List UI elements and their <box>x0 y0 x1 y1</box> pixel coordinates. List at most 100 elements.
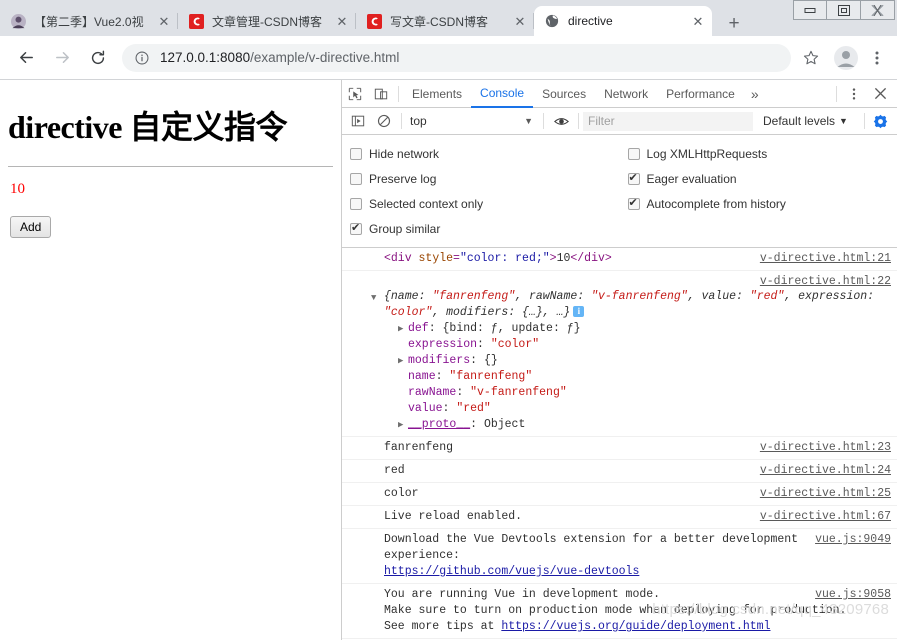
counter-value: 10 <box>10 181 25 197</box>
property-key: __proto__ <box>408 418 471 431</box>
object-preview[interactable]: ▼ {name: "fanrenfeng", rawName: "v-fanre… <box>371 289 897 321</box>
console-message[interactable]: v-directive.html:22 ▼ {name: "fanrenfeng… <box>342 271 897 437</box>
window-close-button[interactable] <box>861 0 895 20</box>
expand-triangle-icon[interactable]: ▶ <box>398 321 408 337</box>
window-minimize-button[interactable] <box>793 0 827 20</box>
object-property[interactable]: rawName: "v-fanrenfeng" <box>384 385 897 401</box>
window-maximize-button[interactable] <box>827 0 861 20</box>
browser-tab-1[interactable]: 【第二季】Vue2.0视 ✕ <box>0 6 178 36</box>
property-value: "fanrenfeng" <box>449 370 533 383</box>
execute-sidebar-icon[interactable] <box>345 108 371 134</box>
tab-performance[interactable]: Performance <box>657 80 744 107</box>
browser-tab-3[interactable]: 写文章-CSDN博客 ✕ <box>356 6 534 36</box>
add-button[interactable]: Add <box>10 216 52 238</box>
console-settings-right-column: Log XMLHttpRequests Eager evaluation Aut… <box>620 141 897 241</box>
csdn-favicon <box>366 13 382 29</box>
back-icon[interactable] <box>12 44 40 72</box>
console-message[interactable]: <div style="color: red;">10</div> v-dire… <box>342 248 897 271</box>
setting-autocomplete-history[interactable]: Autocomplete from history <box>627 191 897 216</box>
object-property[interactable]: ▶ __proto__: Object <box>384 417 897 433</box>
log-levels-select[interactable]: Default levels ▼ <box>763 114 848 128</box>
address-bar-host: 127.0.0.1:8080 <box>160 50 251 65</box>
html-tag-open: <div <box>384 252 419 265</box>
info-badge-icon[interactable]: i <box>573 306 585 317</box>
console-message[interactable]: color v-directive.html:25 <box>342 483 897 506</box>
autocomplete-from-history-checkbox[interactable] <box>627 196 640 210</box>
browser-tab-2[interactable]: 文章管理-CSDN博客 ✕ <box>178 6 356 36</box>
clear-console-icon[interactable] <box>371 108 397 134</box>
address-bar[interactable]: 127.0.0.1:8080/example/v-directive.html <box>122 43 791 72</box>
browser-tab-2-title: 文章管理-CSDN博客 <box>212 14 322 29</box>
page-info-icon[interactable] <box>134 50 150 66</box>
console-message-text: See more tips at <box>384 620 502 633</box>
html-attr-value: "color: red;" <box>459 252 550 265</box>
object-property[interactable]: name: "fanrenfeng" <box>384 369 897 385</box>
console-source-link[interactable]: v-directive.html:25 <box>760 486 891 502</box>
preserve-log-checkbox[interactable] <box>350 172 362 185</box>
chrome-menu-icon[interactable] <box>863 44 891 72</box>
console-source-link[interactable]: v-directive.html:24 <box>760 463 891 479</box>
tab-network[interactable]: Network <box>595 80 657 107</box>
setting-label: Preserve log <box>369 171 437 186</box>
property-key: expression <box>408 338 478 351</box>
browser-tab-4-close-icon[interactable]: ✕ <box>690 13 706 29</box>
bookmark-star-icon[interactable] <box>799 46 823 70</box>
reload-icon[interactable] <box>84 44 112 72</box>
expand-triangle-icon[interactable]: ▼ <box>371 290 381 306</box>
setting-hide-network[interactable]: Hide network <box>350 141 620 166</box>
vue-deployment-link[interactable]: https://vuejs.org/guide/deployment.html <box>501 620 770 633</box>
console-source-link[interactable]: vue.js:9049 <box>815 532 891 548</box>
console-source-link[interactable]: v-directive.html:21 <box>760 251 891 267</box>
devtools-kebab-menu-icon[interactable] <box>841 81 867 107</box>
console-message[interactable]: red v-directive.html:24 <box>342 460 897 483</box>
eager-evaluation-checkbox[interactable] <box>627 171 640 185</box>
object-property[interactable]: ▶ def: {bind: ƒ, update: ƒ} <box>384 321 897 337</box>
settings-gear-icon[interactable] <box>869 110 891 132</box>
new-tab-button[interactable]: + <box>722 12 746 36</box>
browser-tab-1-close-icon[interactable]: ✕ <box>156 13 172 29</box>
browser-tab-4-active[interactable]: directive ✕ <box>534 6 712 36</box>
tab-sources[interactable]: Sources <box>533 80 595 107</box>
selected-context-only-checkbox[interactable] <box>350 197 362 210</box>
execution-context-select[interactable]: top ▼ <box>406 114 539 128</box>
console-filter-input[interactable] <box>583 111 753 131</box>
setting-eager-evaluation[interactable]: Eager evaluation <box>627 166 897 191</box>
console-source-link[interactable]: v-directive.html:23 <box>760 440 891 456</box>
expand-triangle-icon[interactable]: ▶ <box>398 417 408 433</box>
browser-tab-3-close-icon[interactable]: ✕ <box>512 13 528 29</box>
log-xmlhttprequests-checkbox[interactable] <box>627 147 640 160</box>
object-property[interactable]: expression: "color" <box>384 337 897 353</box>
setting-group-similar[interactable]: Group similar <box>350 216 620 241</box>
object-property[interactable]: ▶ modifiers: {} <box>384 353 897 369</box>
inspect-element-icon[interactable] <box>342 81 368 107</box>
tab-console[interactable]: Console <box>471 80 534 108</box>
browser-tab-4-title: directive <box>568 14 613 28</box>
tab-elements[interactable]: Elements <box>403 80 471 107</box>
setting-selected-context-only[interactable]: Selected context only <box>350 191 620 216</box>
property-sep: : <box>442 402 457 415</box>
browser-tab-2-close-icon[interactable]: ✕ <box>334 13 350 29</box>
console-message[interactable]: vue.js:9049 Download the Vue Devtools ex… <box>342 529 897 584</box>
group-similar-checkbox[interactable] <box>350 221 362 235</box>
setting-preserve-log[interactable]: Preserve log <box>350 166 620 191</box>
forward-icon[interactable] <box>48 44 76 72</box>
profile-avatar[interactable] <box>831 43 861 73</box>
vue-devtools-link[interactable]: https://github.com/vuejs/vue-devtools <box>384 565 639 578</box>
console-message-list[interactable]: <div style="color: red;">10</div> v-dire… <box>342 248 897 640</box>
property-value: "v-fanrenfeng" <box>470 386 567 399</box>
console-message[interactable]: fanrenfeng v-directive.html:23 <box>342 437 897 460</box>
more-tabs-icon[interactable]: » <box>744 81 766 107</box>
setting-log-xhr[interactable]: Log XMLHttpRequests <box>627 141 897 166</box>
device-toolbar-icon[interactable] <box>368 81 394 107</box>
divider <box>836 85 837 102</box>
hide-network-checkbox[interactable] <box>350 147 362 160</box>
console-message-text: Live reload enabled. <box>384 510 523 523</box>
live-expression-icon[interactable] <box>548 108 574 134</box>
tab-strip: 【第二季】Vue2.0视 ✕ 文章管理-CSDN博客 ✕ 写文章-CSDN博客 … <box>0 0 897 36</box>
console-source-link[interactable]: v-directive.html:22 <box>760 274 891 290</box>
expand-triangle-icon[interactable]: ▶ <box>398 353 408 369</box>
object-property[interactable]: value: "red" <box>384 401 897 417</box>
console-source-link[interactable]: v-directive.html:67 <box>760 509 891 525</box>
devtools-close-icon[interactable] <box>867 81 893 107</box>
console-message[interactable]: Live reload enabled. v-directive.html:67 <box>342 506 897 529</box>
